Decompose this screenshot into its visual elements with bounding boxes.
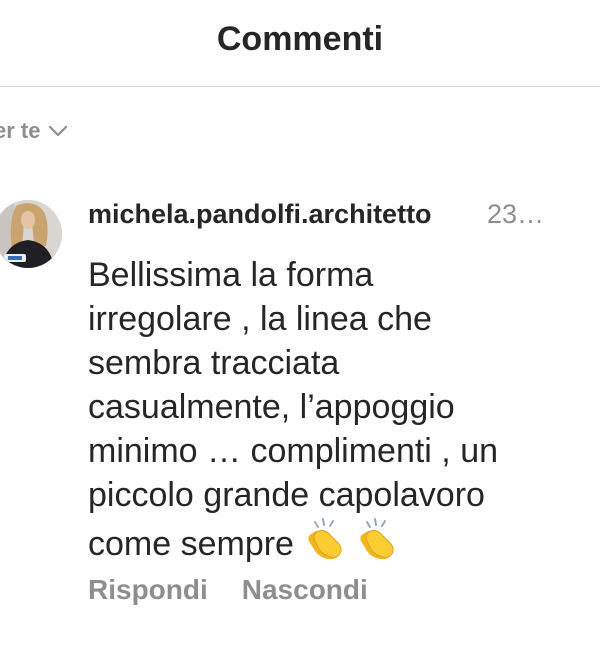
comment-line: casualmente, l’appoggio xyxy=(88,388,455,426)
comment-actions: Rispondi Nascondi xyxy=(88,574,368,606)
comment-line: Bellissima la forma xyxy=(88,256,374,294)
page-title: Commenti xyxy=(216,20,384,58)
clapping-hands-icon xyxy=(308,518,343,560)
comment-line: piccolo grande capolavoro xyxy=(88,476,485,514)
comment-line-last: come sempre xyxy=(88,517,558,566)
comment-username[interactable]: michela.pandolfi.architetto xyxy=(88,199,432,230)
comment-line: irregolare , la linea che xyxy=(88,300,432,338)
hide-button[interactable]: Nascondi xyxy=(242,574,368,606)
comment-line: minimo … complimenti , un xyxy=(88,432,499,470)
comment-timestamp: 23… xyxy=(487,199,545,229)
avatar[interactable] xyxy=(0,200,62,268)
reply-button[interactable]: Rispondi xyxy=(88,574,208,606)
clapping-hands-icon xyxy=(360,518,394,560)
comment-filter-dropdown[interactable]: er te xyxy=(0,115,68,147)
comment-line: sembra tracciata xyxy=(88,344,340,382)
comments-header: Commenti xyxy=(0,0,600,87)
chevron-down-icon xyxy=(49,125,68,137)
filter-label: er te xyxy=(0,118,41,143)
comment-line: come sempre xyxy=(88,525,294,563)
avatar-photo xyxy=(0,200,62,268)
comment-text: Bellissima la forma irregolare , la line… xyxy=(88,253,558,566)
